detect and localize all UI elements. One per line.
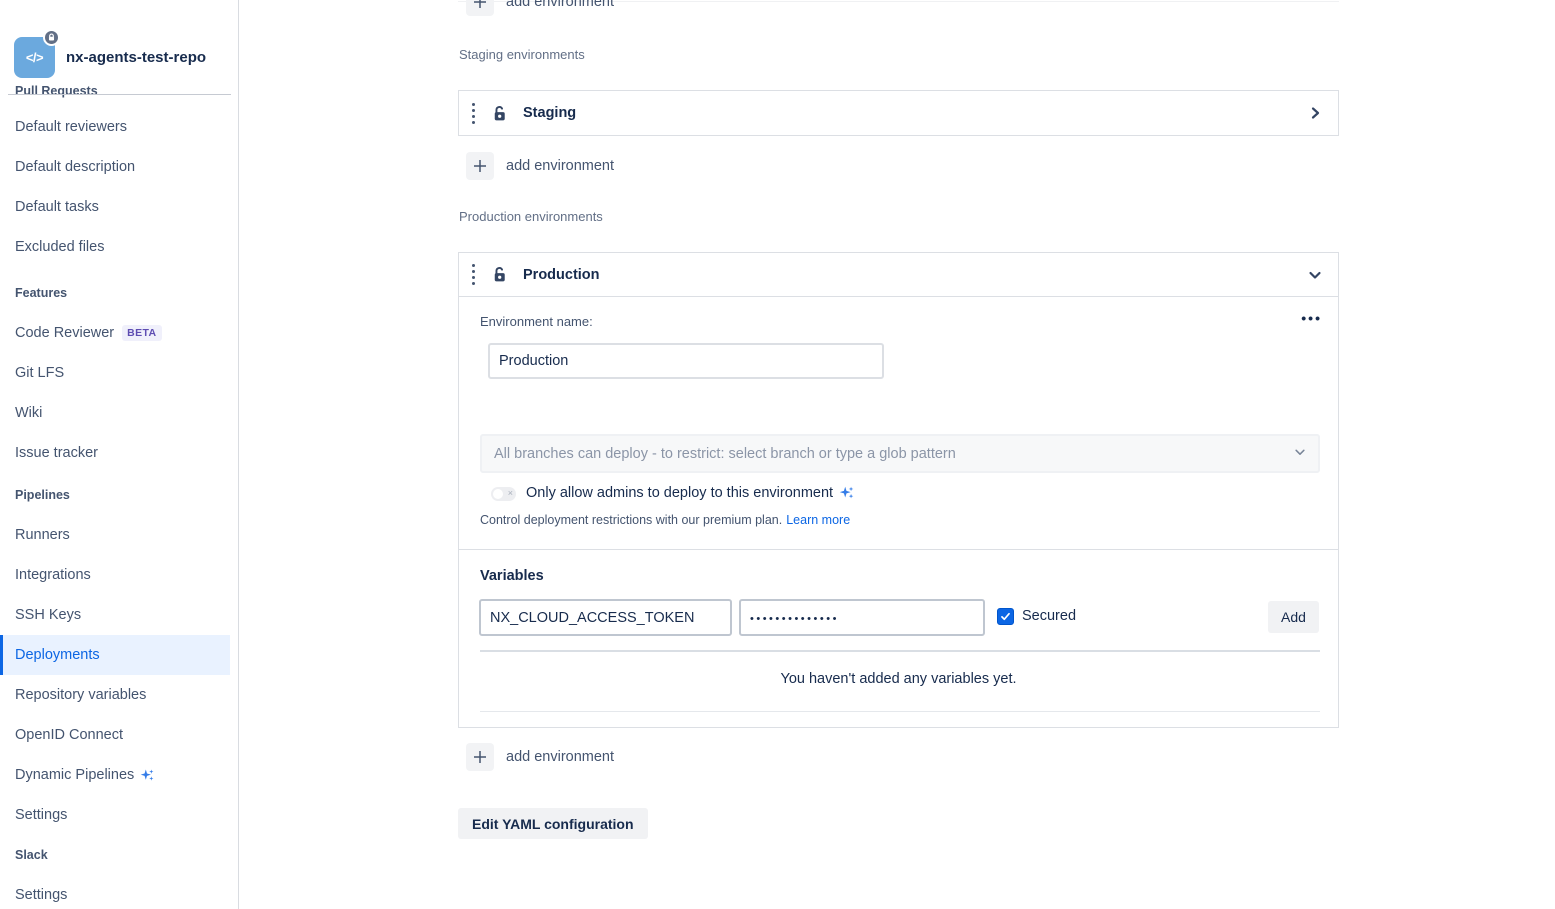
sidebar: </> nx-agents-test-repo Pull Requests De… (0, 0, 239, 909)
branches-dropdown-placeholder: All branches can deploy - to restrict: s… (494, 446, 1294, 462)
content-column: add environment Staging environments Sta… (458, 0, 1339, 909)
variables-section-divider (459, 549, 1338, 550)
sidebar-item-repository-variables[interactable]: Repository variables (0, 675, 238, 715)
sidebar-item-code-reviewer[interactable]: Code Reviewer BETA (0, 313, 238, 353)
edit-yaml-configuration-button[interactable]: Edit YAML configuration (458, 808, 648, 839)
environment-name-label: Environment name: (480, 314, 593, 329)
sidebar-item-excluded-files[interactable]: Excluded files (0, 227, 238, 267)
staging-environments-label: Staging environments (459, 47, 585, 62)
sidebar-item-dynamic-pipelines[interactable]: Dynamic Pipelines (0, 755, 238, 795)
production-environments-label: Production environments (459, 209, 603, 224)
repository-settings-page: </> nx-agents-test-repo Pull Requests De… (0, 0, 1555, 909)
repo-header: </> nx-agents-test-repo (14, 37, 206, 78)
premium-plan-note: Control deployment restrictions with our… (480, 513, 850, 527)
sidebar-divider (8, 94, 231, 95)
chevron-down-icon[interactable] (1308, 268, 1322, 282)
lock-badge-icon (43, 29, 60, 46)
staging-card-header[interactable]: Staging (459, 91, 1338, 135)
unlock-icon (490, 104, 509, 123)
environment-name-input[interactable]: Production (488, 343, 884, 379)
add-environment-button-production[interactable]: add environment (466, 743, 614, 771)
sidebar-section-features: Features (0, 273, 238, 313)
meatball-menu-icon[interactable]: ••• (1301, 313, 1322, 323)
sidebar-item-runners[interactable]: Runners (0, 515, 238, 555)
toggle-knob (493, 489, 503, 499)
variables-title: Variables (480, 568, 544, 584)
production-card-body: Environment name: ••• Production Branche… (459, 297, 1338, 725)
sidebar-item-git-lfs[interactable]: Git LFS (0, 353, 238, 393)
plus-icon (466, 152, 494, 180)
deployments-settings-content: add environment Staging environments Sta… (239, 0, 1555, 909)
admin-only-toggle-label: Only allow admins to deploy to this envi… (526, 484, 856, 502)
code-icon: </> (26, 50, 43, 65)
production-card-title: Production (523, 267, 600, 283)
variable-name-input[interactable]: NX_CLOUD_ACCESS_TOKEN (479, 599, 732, 636)
branches-dropdown[interactable]: All branches can deploy - to restrict: s… (480, 434, 1320, 473)
variables-empty-message: You haven't added any variables yet. (459, 671, 1338, 687)
admin-only-toggle[interactable]: × (491, 487, 516, 501)
sidebar-nav: Pull Requests Default reviewers Default … (0, 75, 238, 909)
sidebar-section-pull-requests: Pull Requests (0, 75, 238, 107)
staging-environment-card: Staging (458, 90, 1339, 136)
variable-value-input[interactable]: •••••••••••••• (739, 599, 985, 636)
sidebar-section-slack: Slack (0, 835, 238, 875)
sidebar-item-wiki[interactable]: Wiki (0, 393, 238, 433)
drag-handle-icon[interactable] (472, 103, 475, 124)
masked-value: •••••••••••••• (750, 613, 839, 625)
sidebar-item-slack-settings[interactable]: Settings (0, 875, 238, 909)
add-environment-button-staging[interactable]: add environment (466, 152, 614, 180)
variables-list-divider-top (480, 650, 1320, 652)
chevron-right-icon[interactable] (1308, 106, 1322, 120)
sidebar-section-pipelines: Pipelines (0, 475, 238, 515)
sparkles-icon (139, 767, 156, 784)
sidebar-item-deployments[interactable]: Deployments (0, 635, 230, 675)
variables-list-divider-bottom (480, 711, 1320, 712)
sidebar-item-ssh-keys[interactable]: SSH Keys (0, 595, 238, 635)
plus-icon (466, 743, 494, 771)
sparkles-icon (838, 484, 856, 502)
repo-name: nx-agents-test-repo (66, 49, 206, 66)
chevron-down-icon (1294, 445, 1306, 463)
toggle-off-x-icon: × (508, 488, 513, 498)
secured-label: Secured (1022, 608, 1076, 624)
drag-handle-icon[interactable] (472, 264, 475, 285)
plus-icon (466, 0, 494, 16)
secured-checkbox[interactable] (997, 608, 1014, 625)
sidebar-item-default-tasks[interactable]: Default tasks (0, 187, 238, 227)
production-card-header[interactable]: Production (459, 253, 1338, 297)
sidebar-item-integrations[interactable]: Integrations (0, 555, 238, 595)
repo-avatar[interactable]: </> (14, 37, 55, 78)
add-variable-button[interactable]: Add (1268, 601, 1319, 633)
add-environment-button-top[interactable]: add environment (466, 0, 614, 16)
sidebar-item-openid-connect[interactable]: OpenID Connect (0, 715, 238, 755)
sidebar-item-default-description[interactable]: Default description (0, 147, 238, 187)
sidebar-item-default-reviewers[interactable]: Default reviewers (0, 107, 238, 147)
staging-card-title: Staging (523, 105, 576, 121)
learn-more-link[interactable]: Learn more (786, 513, 850, 527)
production-environment-card: Production Environment name: ••• Product… (458, 252, 1339, 728)
unlock-icon (490, 265, 509, 284)
sidebar-item-issue-tracker[interactable]: Issue tracker (0, 433, 238, 473)
sidebar-item-pipelines-settings[interactable]: Settings (0, 795, 238, 835)
checkbox-checked-icon (1000, 611, 1011, 622)
beta-badge: BETA (122, 325, 161, 341)
